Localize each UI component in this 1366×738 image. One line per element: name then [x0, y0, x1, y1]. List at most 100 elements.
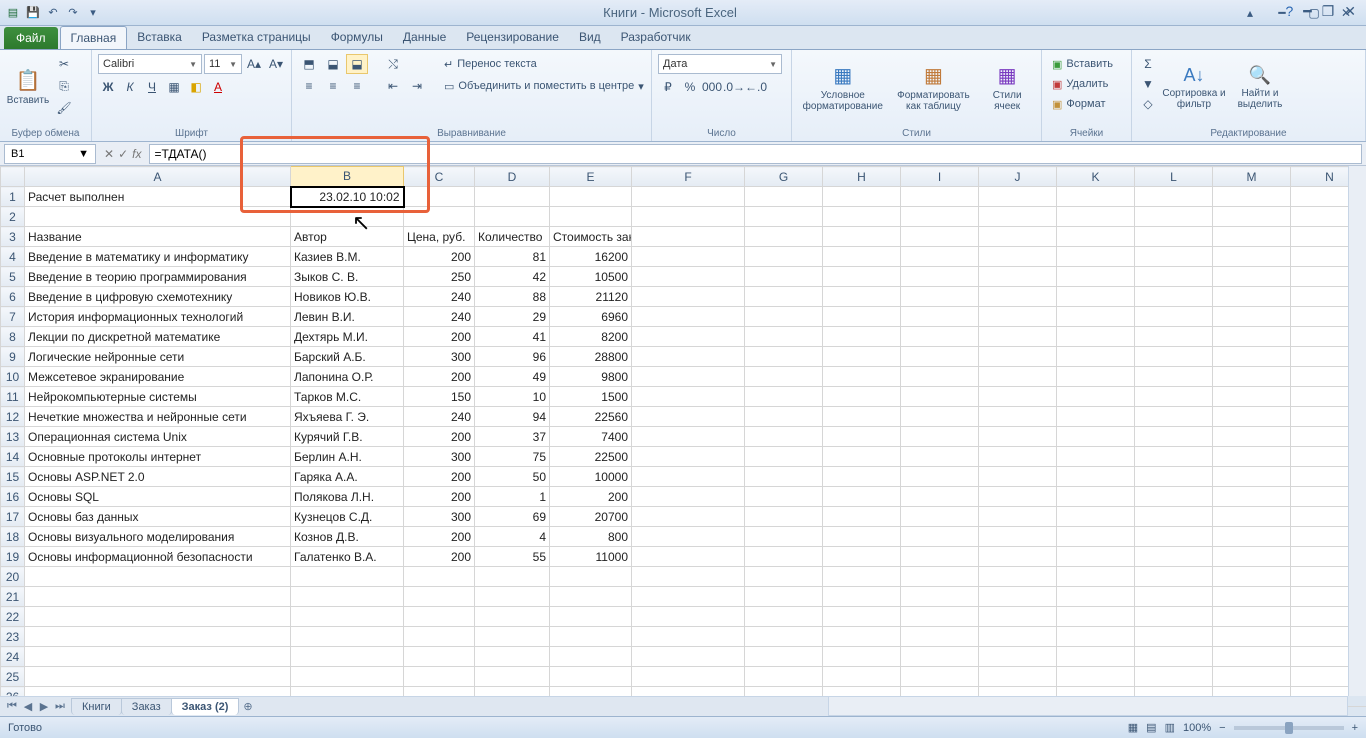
cell[interactable] — [1057, 327, 1135, 347]
cell[interactable] — [1057, 427, 1135, 447]
cell[interactable]: 22500 — [550, 447, 632, 467]
row-header[interactable]: 13 — [1, 427, 25, 447]
align-right-icon[interactable]: ≡ — [346, 76, 368, 96]
ribbon-minimize-icon[interactable]: ▴ — [1238, 4, 1262, 22]
cell[interactable]: 240 — [404, 287, 475, 307]
cell[interactable] — [1213, 387, 1291, 407]
cell[interactable] — [745, 287, 823, 307]
cell[interactable] — [745, 487, 823, 507]
cell[interactable]: Основы ASP.NET 2.0 — [25, 467, 291, 487]
cell[interactable] — [550, 187, 632, 207]
cell[interactable] — [25, 627, 291, 647]
number-format-select[interactable]: Дата▼ — [658, 54, 782, 74]
cell[interactable]: Берлин А.Н. — [291, 447, 404, 467]
cell[interactable]: 4 — [475, 527, 550, 547]
cell[interactable] — [632, 347, 745, 367]
row-header[interactable]: 11 — [1, 387, 25, 407]
doc-restore-icon[interactable]: ❐ — [1322, 3, 1335, 20]
row-header[interactable]: 6 — [1, 287, 25, 307]
cell[interactable] — [291, 567, 404, 587]
cell[interactable]: 88 — [475, 287, 550, 307]
italic-button[interactable]: К — [120, 77, 140, 97]
cell[interactable] — [979, 307, 1057, 327]
bold-button[interactable]: Ж — [98, 77, 118, 97]
find-select-button[interactable]: 🔍Найти и выделить — [1230, 54, 1290, 120]
cell[interactable] — [979, 547, 1057, 567]
cell[interactable]: Расчет выполнен — [25, 187, 291, 207]
cell[interactable] — [632, 267, 745, 287]
cell[interactable]: 8200 — [550, 327, 632, 347]
worksheet-grid[interactable]: ABCDEFGHIJKLMNO1Расчет выполнен23.02.10 … — [0, 166, 1366, 696]
cell[interactable] — [745, 627, 823, 647]
cell[interactable] — [901, 327, 979, 347]
cell[interactable]: Кознов Д.В. — [291, 527, 404, 547]
cell[interactable] — [823, 207, 901, 227]
cell[interactable] — [291, 667, 404, 687]
cell[interactable] — [1135, 647, 1213, 667]
cell[interactable] — [1057, 507, 1135, 527]
row-header[interactable]: 25 — [1, 667, 25, 687]
cell[interactable]: 94 — [475, 407, 550, 427]
cell[interactable] — [1213, 187, 1291, 207]
cell[interactable] — [1135, 207, 1213, 227]
fill-color-button[interactable]: ◧ — [186, 77, 206, 97]
cell[interactable] — [901, 307, 979, 327]
cell[interactable] — [901, 467, 979, 487]
cell[interactable] — [1057, 347, 1135, 367]
cell[interactable]: 42 — [475, 267, 550, 287]
align-top-icon[interactable]: ⬒ — [298, 54, 320, 74]
cell[interactable] — [823, 307, 901, 327]
font-name-select[interactable]: Calibri▼ — [98, 54, 202, 74]
cell[interactable] — [1213, 427, 1291, 447]
formula-input[interactable]: =ТДАТА() — [149, 144, 1362, 164]
fx-icon[interactable]: fx — [132, 147, 141, 161]
cell[interactable]: 6960 — [550, 307, 632, 327]
autosum-icon[interactable]: Σ — [1138, 54, 1158, 74]
cell[interactable] — [404, 647, 475, 667]
cell[interactable]: Основы визуального моделирования — [25, 527, 291, 547]
tab-разработчик[interactable]: Разработчик — [611, 26, 701, 49]
cell[interactable] — [901, 267, 979, 287]
cell[interactable] — [901, 587, 979, 607]
cell[interactable]: Лекции по дискретной математике — [25, 327, 291, 347]
cell[interactable]: 200 — [404, 487, 475, 507]
cell[interactable]: Введение в математику и информатику — [25, 247, 291, 267]
cell[interactable] — [901, 247, 979, 267]
cell[interactable] — [1135, 367, 1213, 387]
cell[interactable] — [632, 287, 745, 307]
conditional-formatting-button[interactable]: ▦Условное форматирование — [798, 54, 888, 120]
row-header[interactable]: 19 — [1, 547, 25, 567]
cell[interactable] — [25, 647, 291, 667]
cell[interactable] — [901, 627, 979, 647]
cell[interactable]: 300 — [404, 347, 475, 367]
cell[interactable] — [404, 627, 475, 647]
sort-filter-button[interactable]: A↓Сортировка и фильтр — [1162, 54, 1226, 120]
align-left-icon[interactable]: ≡ — [298, 76, 320, 96]
cell[interactable]: История информационных технологий — [25, 307, 291, 327]
cell[interactable] — [550, 647, 632, 667]
row-header[interactable]: 12 — [1, 407, 25, 427]
tab-формулы[interactable]: Формулы — [321, 26, 393, 49]
cell[interactable] — [632, 567, 745, 587]
cell[interactable] — [291, 207, 404, 227]
cell[interactable] — [632, 587, 745, 607]
cell[interactable]: 20700 — [550, 507, 632, 527]
name-box[interactable]: B1▼ — [4, 144, 96, 164]
cell[interactable] — [632, 247, 745, 267]
comma-icon[interactable]: 000 — [702, 77, 722, 97]
column-header[interactable]: B — [291, 167, 404, 187]
tab-данные[interactable]: Данные — [393, 26, 456, 49]
cell[interactable] — [823, 427, 901, 447]
column-header[interactable]: C — [404, 167, 475, 187]
row-header[interactable]: 4 — [1, 247, 25, 267]
cell[interactable] — [404, 207, 475, 227]
cell[interactable] — [632, 467, 745, 487]
row-header[interactable]: 10 — [1, 367, 25, 387]
cell[interactable] — [404, 607, 475, 627]
cell[interactable] — [979, 227, 1057, 247]
cell[interactable] — [550, 607, 632, 627]
view-layout-icon[interactable]: ▤ — [1146, 721, 1156, 734]
cell[interactable] — [823, 467, 901, 487]
cell[interactable] — [632, 427, 745, 447]
zoom-slider[interactable] — [1234, 726, 1344, 730]
